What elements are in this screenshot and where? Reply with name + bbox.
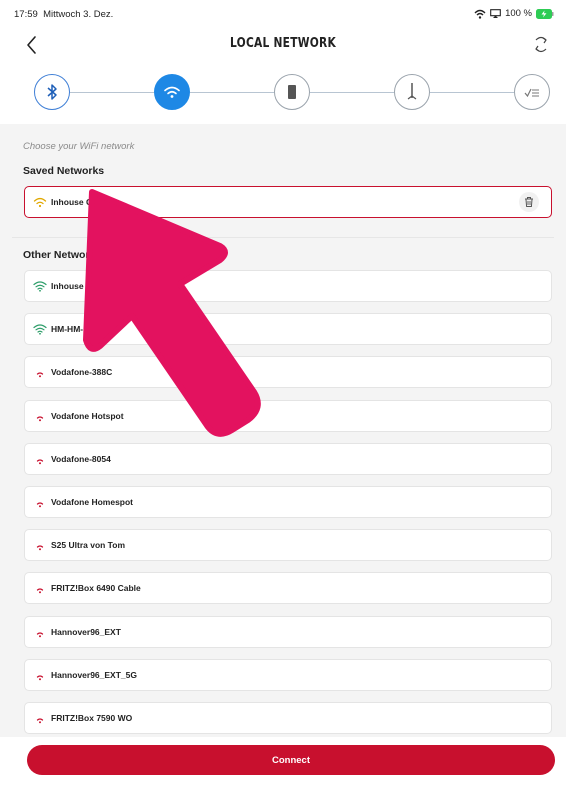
wifi-signal-icon	[33, 281, 47, 292]
section-divider	[12, 237, 554, 238]
section-caption: Choose your WiFi network	[23, 141, 135, 152]
saved-network-row[interactable]: Inhouse G…Hz	[24, 186, 552, 218]
step-bluetooth[interactable]	[34, 74, 70, 110]
checklist-icon	[524, 88, 539, 98]
network-name: Vodafone-8054	[51, 454, 111, 464]
battery-charging-icon	[536, 8, 554, 19]
network-row[interactable]: Vodafone-388C	[24, 356, 552, 388]
saved-networks-title: Saved Networks	[23, 165, 105, 177]
status-time: 17:59	[14, 9, 38, 20]
wifi-icon	[164, 86, 180, 98]
step-device[interactable]	[274, 74, 310, 110]
step-connector	[70, 92, 154, 93]
battery-percent: 100 %	[505, 8, 532, 19]
wifi-signal-icon	[36, 675, 44, 681]
refresh-icon	[535, 36, 547, 53]
wifi-signal-icon	[36, 416, 44, 422]
network-row[interactable]: Vodafone Hotspot	[24, 400, 552, 432]
network-name: Inhouse Go	[51, 281, 98, 291]
network-row[interactable]: Inhouse Go	[24, 270, 552, 302]
antenna-icon	[407, 83, 417, 100]
trash-icon	[525, 197, 533, 207]
network-row[interactable]: FRITZ!Box 7590 WO	[24, 702, 552, 734]
step-checklist[interactable]	[514, 74, 550, 110]
network-name: Hannover96_EXT	[51, 627, 121, 637]
screen-mirror-icon	[490, 9, 501, 18]
refresh-button[interactable]	[528, 31, 554, 59]
step-connector	[430, 92, 514, 93]
status-time-date: 17:59 Mittwoch 3. Dez.	[14, 9, 113, 20]
network-name: Inhouse G…Hz	[51, 197, 112, 207]
back-button[interactable]	[20, 32, 44, 58]
wifi-signal-icon	[33, 324, 47, 335]
status-bar: 17:59 Mittwoch 3. Dez. 100 %	[0, 0, 566, 26]
network-row[interactable]: Vodafone Homespot	[24, 486, 552, 518]
wifi-signal-icon	[36, 718, 44, 724]
forget-network-button[interactable]	[519, 192, 539, 212]
network-name: HM-HM-Gas	[51, 324, 100, 334]
connect-button[interactable]: Connect	[27, 745, 555, 775]
status-indicators: 100 %	[474, 8, 554, 19]
device-icon	[288, 85, 296, 99]
step-connector	[190, 92, 274, 93]
network-row[interactable]: FRITZ!Box 6490 Cable	[24, 572, 552, 604]
page-title: LOCAL NETWORK	[229, 36, 337, 51]
chevron-left-icon	[27, 36, 36, 54]
network-name: Vodafone-388C	[51, 367, 113, 377]
network-name: FRITZ!Box 7590 WO	[51, 713, 133, 723]
network-row[interactable]: S25 Ultra von Tom	[24, 529, 552, 561]
network-row[interactable]: Vodafone-8054	[24, 443, 552, 475]
other-networks-title: Other Networks	[23, 249, 102, 261]
nav-bar: LOCAL NETWORK	[0, 28, 566, 62]
wifi-signal-icon	[36, 545, 44, 551]
wifi-signal-icon	[33, 197, 47, 208]
step-connector	[310, 92, 394, 93]
bottom-bar: Connect	[0, 737, 566, 796]
network-name: Vodafone Homespot	[51, 497, 134, 507]
network-row[interactable]: Hannover96_EXT	[24, 616, 552, 648]
network-name: Vodafone Hotspot	[51, 411, 124, 421]
bluetooth-icon	[47, 84, 57, 100]
setup-stepper	[0, 70, 566, 114]
wifi-signal-icon	[36, 588, 44, 594]
step-antenna[interactable]	[394, 74, 430, 110]
network-name: Hannover96_EXT_5G	[51, 670, 137, 680]
header-area: 17:59 Mittwoch 3. Dez. 100 % LOCAL NETWO…	[0, 0, 566, 124]
network-name: FRITZ!Box 6490 Cable	[51, 583, 141, 593]
wifi-signal-icon	[36, 459, 44, 465]
status-date: Mittwoch 3. Dez.	[43, 9, 114, 20]
network-row[interactable]: Hannover96_EXT_5G	[24, 659, 552, 691]
network-row[interactable]: HM-HM-Gas	[24, 313, 552, 345]
wifi-signal-icon	[36, 502, 44, 508]
network-name: S25 Ultra von Tom	[51, 540, 125, 550]
wifi-signal-icon	[36, 372, 44, 378]
wifi-signal-icon	[36, 632, 44, 638]
step-wifi[interactable]	[154, 74, 190, 110]
wifi-status-icon	[474, 9, 486, 19]
